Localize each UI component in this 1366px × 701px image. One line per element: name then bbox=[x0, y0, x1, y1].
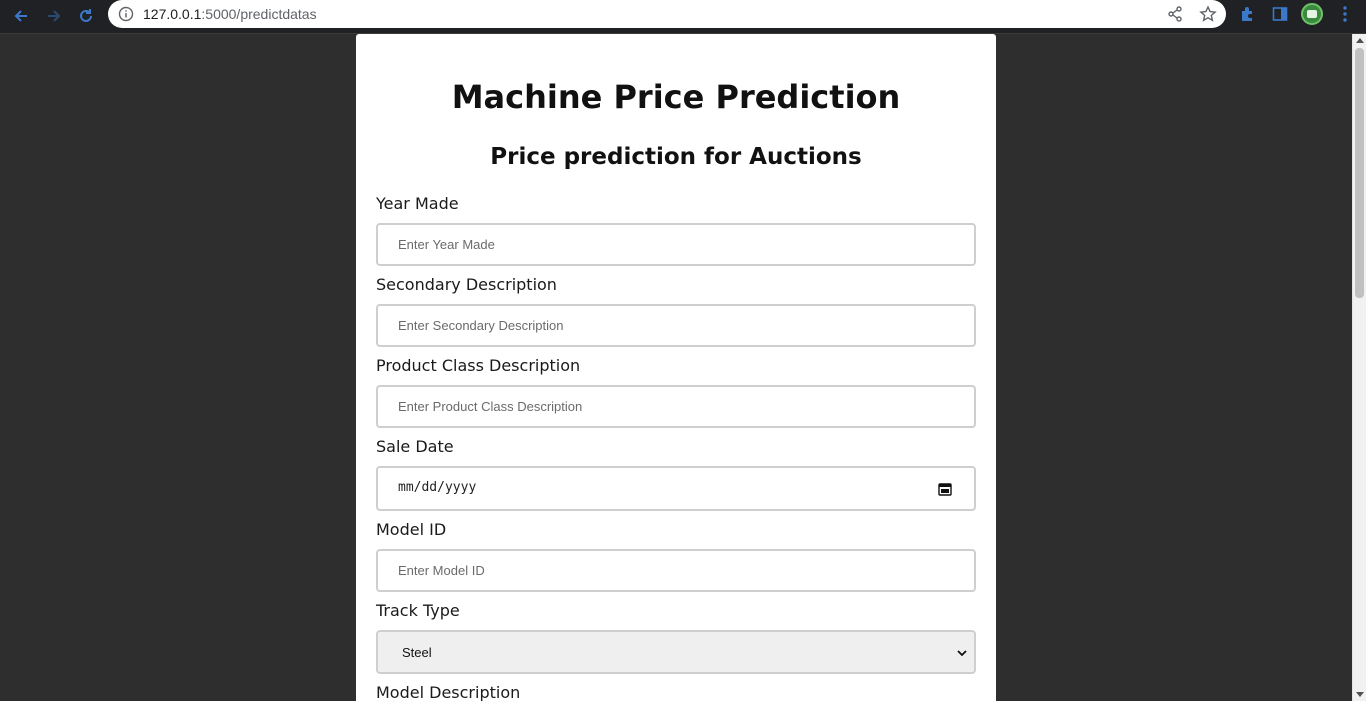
site-info-icon[interactable] bbox=[118, 6, 134, 22]
reload-icon bbox=[80, 9, 92, 22]
menu-icon bbox=[1343, 6, 1347, 22]
browser-toolbar: 127.0.0.1:5000/predictdatas bbox=[0, 0, 1366, 34]
product-class-description-label: Product Class Description bbox=[376, 356, 581, 375]
extensions-icon bbox=[1242, 7, 1252, 21]
year-made-input[interactable] bbox=[376, 223, 976, 266]
scroll-down-arrow-icon[interactable] bbox=[1356, 692, 1364, 697]
scroll-up-arrow-icon[interactable] bbox=[1356, 38, 1364, 43]
forward-icon bbox=[48, 10, 61, 22]
menu-button[interactable] bbox=[1335, 4, 1355, 24]
side-panel-button[interactable] bbox=[1270, 4, 1290, 24]
share-icon[interactable] bbox=[1166, 5, 1184, 23]
page-subtitle: Price prediction for Auctions bbox=[490, 144, 862, 170]
track-type-selected-value: Steel bbox=[402, 645, 432, 660]
profile-avatar[interactable] bbox=[1301, 3, 1323, 25]
year-made-label: Year Made bbox=[376, 194, 459, 213]
prediction-form-card: Machine Price Prediction Price predictio… bbox=[356, 34, 996, 701]
chevron-down-icon bbox=[957, 650, 967, 657]
forward-button[interactable] bbox=[41, 3, 67, 29]
secondary-description-label: Secondary Description bbox=[376, 275, 557, 294]
reload-button[interactable] bbox=[73, 3, 99, 29]
profile-image bbox=[1307, 10, 1317, 18]
page-viewport: Machine Price Prediction Price predictio… bbox=[0, 34, 1352, 701]
side-panel-icon bbox=[1272, 7, 1288, 21]
secondary-description-input[interactable] bbox=[376, 304, 976, 347]
date-mask-text: mm/dd/yyyy bbox=[398, 480, 477, 495]
scrollbar-thumb[interactable] bbox=[1355, 48, 1364, 298]
back-button[interactable] bbox=[8, 3, 34, 29]
sale-date-label: Sale Date bbox=[376, 437, 454, 456]
model-id-label: Model ID bbox=[376, 520, 447, 539]
page-scrollbar[interactable] bbox=[1352, 34, 1366, 701]
model-description-label: Model Description bbox=[376, 683, 521, 701]
track-type-label: Track Type bbox=[376, 601, 460, 620]
bookmark-star-icon[interactable] bbox=[1199, 5, 1217, 23]
track-type-select[interactable]: Steel bbox=[376, 630, 976, 674]
model-id-input[interactable] bbox=[376, 549, 976, 592]
url-path: :5000/predictdatas bbox=[201, 6, 317, 22]
address-bar[interactable]: 127.0.0.1:5000/predictdatas bbox=[108, 0, 1226, 28]
page-title: Machine Price Prediction bbox=[451, 78, 901, 116]
url-host: 127.0.0.1 bbox=[143, 6, 202, 22]
sale-date-input[interactable]: mm/dd/yyyy bbox=[376, 466, 976, 511]
extensions-button[interactable] bbox=[1238, 4, 1258, 24]
product-class-description-input[interactable] bbox=[376, 385, 976, 428]
calendar-icon[interactable] bbox=[938, 482, 952, 496]
back-icon bbox=[14, 10, 27, 22]
url-text[interactable]: 127.0.0.1:5000/predictdatas bbox=[143, 6, 317, 22]
